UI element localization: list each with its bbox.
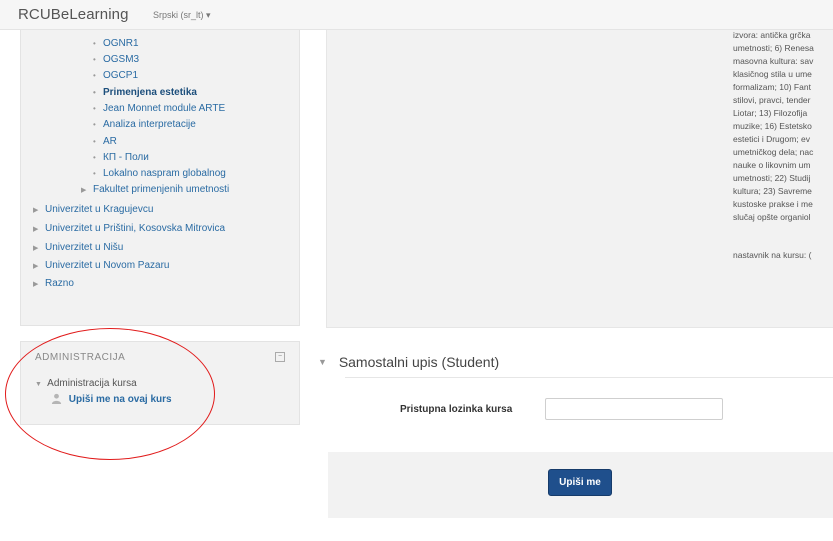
bullet-icon: •: [93, 104, 96, 113]
tree-item[interactable]: • OGNR1: [93, 38, 139, 50]
tree-item-label: Univerzitet u Prištini, Kosovska Mitrovi…: [45, 223, 226, 234]
tree-item-label: Jean Monnet module ARTE: [103, 103, 226, 114]
tree-item[interactable]: ▶ Razno: [33, 278, 74, 291]
tree-item-label: OGCP1: [103, 70, 139, 81]
form-actions: Upiši me: [328, 452, 833, 518]
summary-line: umetnosti; 6) Renesa: [733, 43, 814, 53]
course-summary: izvora: antička grčka umetnosti; 6) Renes…: [326, 30, 833, 328]
bullet-icon: •: [93, 39, 96, 48]
tree-item-label: OGSM3: [103, 54, 140, 65]
collapsed-arrow-icon: ▶: [33, 281, 39, 288]
summary-line: slučaj opšte organiol: [733, 212, 811, 222]
tree-item[interactable]: ▶ Fakultet primenjenih umetnosti: [81, 184, 229, 197]
enrol-me-button[interactable]: Upiši me: [548, 469, 612, 496]
navigation-block: • OGNR1 • OGSM3 • OGCP1 • Primenjena estetika • J…: [20, 30, 300, 326]
tree-item[interactable]: • Lokalno naspram globalnog: [93, 168, 226, 180]
tree-item[interactable]: ▶ Univerzitet u Prištini, Kosovska Mitrov…: [33, 223, 225, 236]
summary-line: umetnosti; 22) Studij: [733, 173, 811, 183]
self-enrolment-header[interactable]: ▼ Samostalni upis (Student): [318, 354, 499, 370]
collapsed-arrow-icon: ▶: [33, 245, 39, 252]
tree-item-label: Univerzitet u Nišu: [45, 242, 124, 253]
tree-item[interactable]: • Analiza interpretacije: [93, 119, 196, 131]
tree-item[interactable]: • Jean Monnet module ARTE: [93, 103, 225, 115]
summary-line: kustoske prakse i me: [733, 199, 813, 209]
bullet-icon: •: [93, 71, 96, 80]
summary-line: estetici i Drugom; ev: [733, 134, 810, 144]
summary-line: nastavnik na kursu: (: [733, 250, 812, 260]
summary-line: masovna kultura: sav: [733, 56, 814, 66]
bullet-icon: •: [93, 153, 96, 162]
summary-line: izvora: antička grčka: [733, 30, 811, 40]
summary-line: umetničkog dela; nac: [733, 147, 814, 157]
bullet-icon: •: [93, 88, 96, 97]
tree-item-label: Analiza interpretacije: [103, 119, 196, 130]
tree-item[interactable]: ▶ Univerzitet u Nišu: [33, 242, 123, 255]
tree-item-label: Univerzitet u Kragujevcu: [45, 204, 154, 215]
summary-line: Liotar; 13) Filozofija: [733, 108, 808, 118]
navbar: RCUBeLearning Srpski (sr_lt) ▾: [0, 0, 833, 30]
summary-line: muzike; 16) Estetsko: [733, 121, 812, 131]
tree-item-label: AR: [103, 136, 117, 147]
bullet-icon: •: [93, 55, 96, 64]
summary-line: formalizam; 10) Fant: [733, 82, 811, 92]
collapsed-arrow-icon: ▶: [33, 226, 39, 233]
collapsed-arrow-icon: ▶: [33, 263, 39, 270]
summary-line: stilovi, pravci, tender: [733, 95, 811, 105]
tree-item[interactable]: ▶ Univerzitet u Kragujevcu: [33, 204, 153, 217]
self-enrolment-title: Samostalni upis (Student): [338, 354, 500, 370]
enrolment-key-label: Pristupna lozinka kursa: [400, 404, 513, 415]
tree-item[interactable]: • AR: [93, 136, 117, 148]
tree-item[interactable]: • OGCP1: [93, 70, 138, 82]
enrolment-key-input[interactable]: [545, 398, 723, 420]
tree-item-label: Fakultet primenjenih umetnosti: [93, 184, 230, 195]
summary-line: nauke o likovnim um: [733, 160, 811, 170]
tree-item[interactable]: • КП - Поли: [93, 152, 149, 164]
annotation-circle: [5, 328, 215, 460]
collapse-chevron-icon: ▼: [318, 357, 327, 367]
tree-item[interactable]: • Primenjena estetika: [93, 87, 197, 99]
summary-line: klasičnog stila u ume: [733, 69, 812, 79]
bullet-icon: •: [93, 137, 96, 146]
block-collapse-icon[interactable]: −: [275, 352, 285, 362]
language-menu[interactable]: Srpski (sr_lt) ▾: [153, 10, 211, 21]
bullet-icon: •: [93, 169, 96, 178]
header-divider: [345, 377, 833, 378]
collapsed-arrow-icon: ▶: [33, 207, 39, 214]
tree-item-label: Razno: [45, 278, 74, 289]
tree-item-label: КП - Поли: [103, 152, 149, 163]
tree-item-label: Univerzitet u Novom Pazaru: [45, 260, 170, 271]
tree-item-label: Primenjena estetika: [103, 87, 197, 98]
tree-item[interactable]: • OGSM3: [93, 54, 139, 66]
tree-item-label: Lokalno naspram globalnog: [103, 168, 226, 179]
summary-line: kultura; 23) Savreme: [733, 186, 812, 196]
site-brand[interactable]: RCUBeLearning: [18, 6, 129, 23]
tree-item-label: OGNR1: [103, 38, 139, 49]
bullet-icon: •: [93, 120, 96, 129]
tree-item[interactable]: ▶ Univerzitet u Novom Pazaru: [33, 260, 170, 273]
collapsed-arrow-icon: ▶: [81, 187, 87, 194]
